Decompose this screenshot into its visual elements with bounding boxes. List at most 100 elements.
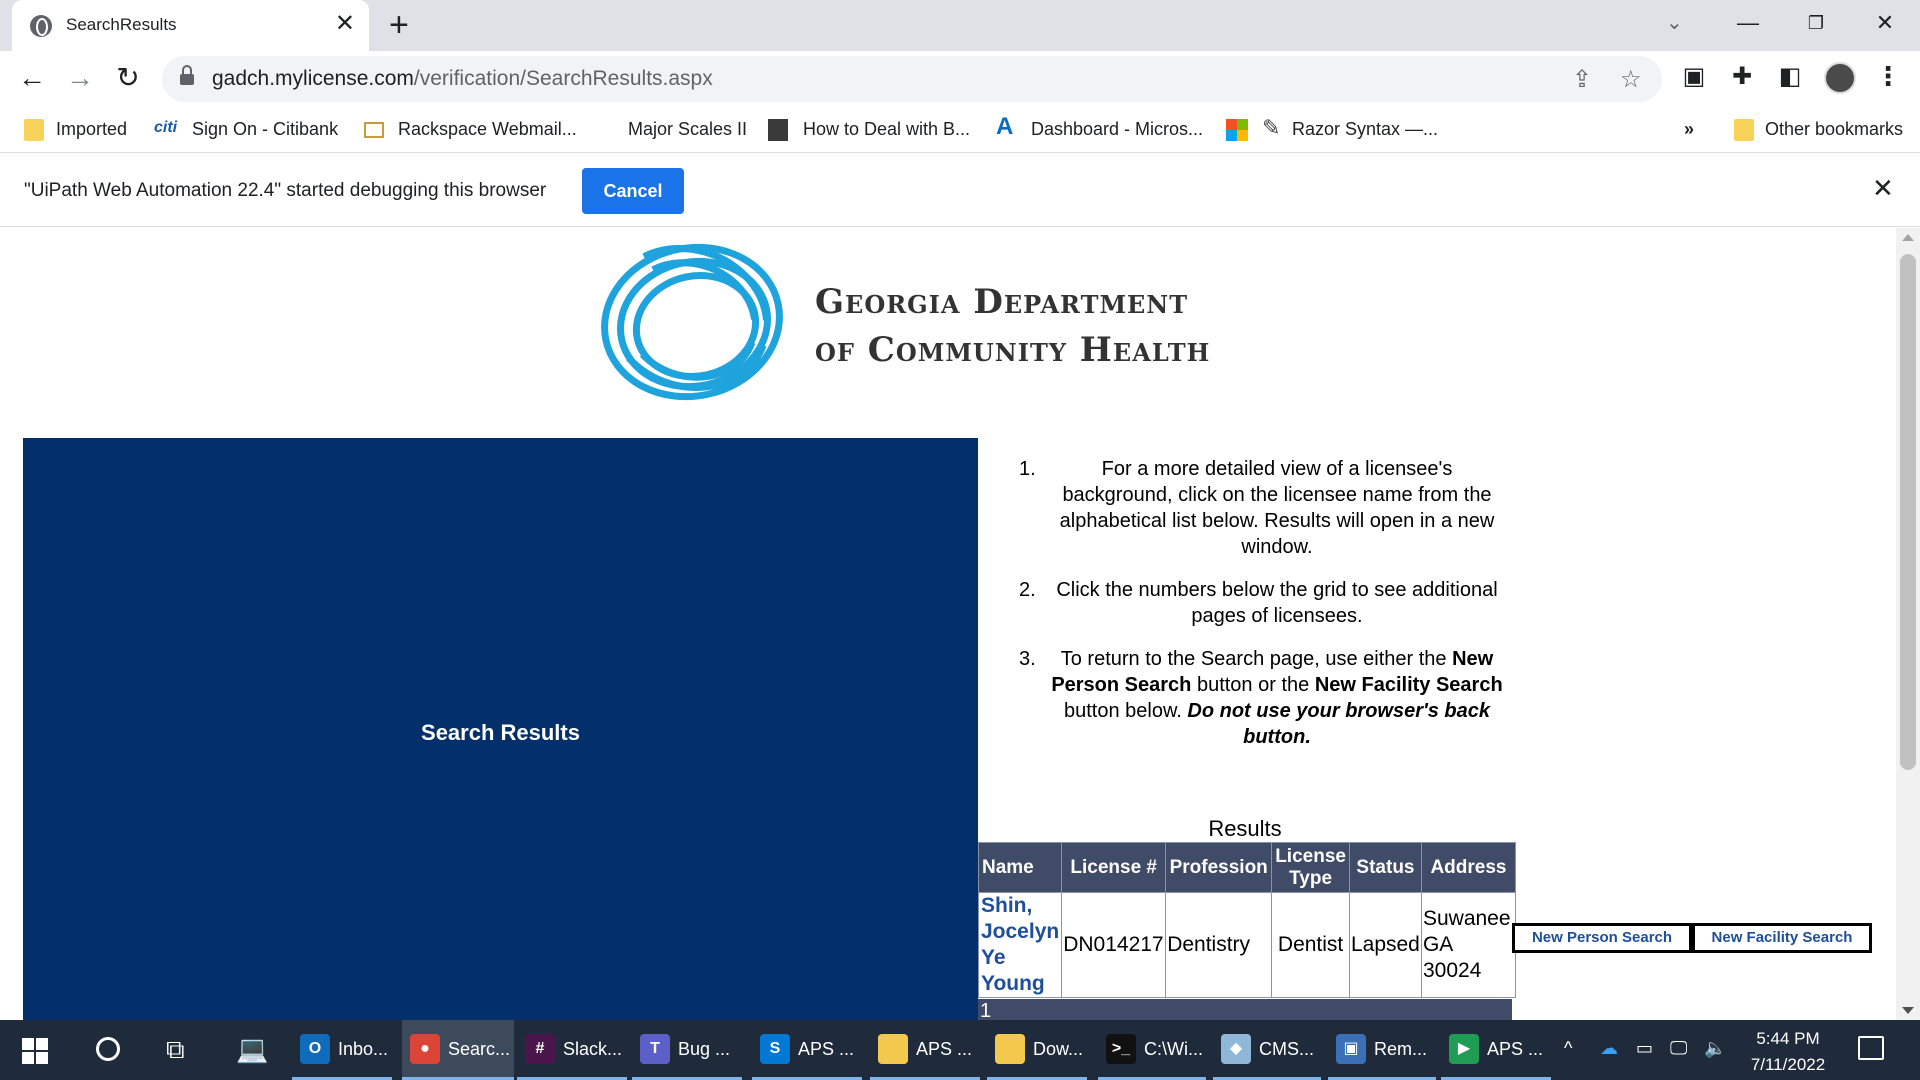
instruction-text: Click the numbers below the grid to see … — [1056, 579, 1498, 627]
puzzle-icon[interactable]: ✚ — [1726, 62, 1758, 91]
bookmark-other[interactable]: Other bookmarks — [1765, 119, 1903, 140]
taskbar-item-label: CMS... — [1259, 1039, 1315, 1059]
new-tab-button[interactable]: + — [389, 8, 409, 42]
taskbar-item-label: Rem... — [1374, 1039, 1428, 1059]
forward-icon[interactable]: → — [62, 61, 98, 95]
search-results-panel: Search Results — [23, 438, 978, 1020]
taskbar-item-label: Dow... — [1033, 1039, 1084, 1059]
results-caption: Results — [1208, 816, 1282, 841]
address-line: 30024 — [1422, 959, 1482, 982]
debug-infobar: "UiPath Web Automation 22.4" started deb… — [0, 153, 1920, 227]
close-icon[interactable]: ✕ — [1872, 173, 1894, 204]
extension-icon[interactable]: ▣ — [1678, 62, 1710, 91]
taskbar-item[interactable]: ▣ Rem... — [1328, 1020, 1436, 1080]
folder-icon — [1734, 119, 1754, 141]
close-icon[interactable]: ✕ — [335, 11, 355, 37]
cancel-button[interactable]: Cancel — [582, 168, 684, 214]
laptop-icon[interactable]: 💻 — [236, 1034, 268, 1065]
dch-logo-icon — [601, 243, 783, 401]
window-close-button[interactable]: ✕ — [1862, 6, 1908, 40]
onedrive-icon[interactable]: ☁ — [1600, 1038, 1618, 1059]
panel-title: Search Results — [421, 720, 580, 745]
taskbar-item[interactable]: # Slack... — [517, 1020, 627, 1080]
mail-icon — [364, 122, 384, 138]
reload-icon[interactable]: ↻ — [110, 61, 146, 95]
instructions-list: 1. For a more detailed view of a license… — [1010, 456, 1510, 767]
folder-icon — [995, 1034, 1025, 1064]
instruction-item: 3. To return to the Search page, use eit… — [1010, 646, 1510, 750]
taskbar-item[interactable]: >_ C:\Wi... — [1098, 1020, 1206, 1080]
license-number: DN014217 — [1061, 892, 1167, 998]
taskbar-item[interactable]: ● Searc... — [402, 1020, 514, 1080]
volume-icon[interactable]: 🔈 — [1704, 1038, 1726, 1059]
bookmarks-bar: Imported citi Sign On - Citibank Rackspa… — [0, 107, 1920, 153]
bookmark-dashboard[interactable]: Dashboard - Micros... — [1031, 119, 1203, 140]
licensee-name-link[interactable]: Shin, Jocelyn Ye Young — [977, 892, 1063, 998]
minimize-button[interactable]: — — [1725, 6, 1771, 40]
taskbar-item[interactable]: APS ... — [870, 1020, 980, 1080]
page-viewport: Georgia Department of Community Health S… — [0, 228, 1920, 1020]
page-scrollbar[interactable] — [1896, 228, 1920, 1020]
folder-icon — [878, 1034, 908, 1064]
status: Lapsed — [1348, 892, 1422, 998]
instruction-number: 2. — [1019, 579, 1036, 601]
bookmark-imported[interactable]: Imported — [56, 119, 127, 140]
instruction-item: 1. For a more detailed view of a license… — [1010, 456, 1510, 560]
avatar[interactable] — [1824, 62, 1856, 94]
dch-logo-text: Georgia Department of Community Health — [815, 278, 1210, 374]
taskbar-item-label: APS ... — [798, 1039, 855, 1059]
url-text[interactable]: gadch.mylicense.com/verification/SearchR… — [212, 67, 713, 91]
logo-line-1: Georgia Department — [815, 282, 1189, 322]
taskbar-item-label: Searc... — [448, 1039, 511, 1059]
scroll-up-icon[interactable] — [1902, 234, 1914, 241]
pen-icon: ✎ — [1262, 115, 1281, 140]
back-icon[interactable]: ← — [14, 61, 50, 95]
new-person-search-button[interactable]: New Person Search — [1512, 923, 1692, 953]
bookmark-major-scales[interactable]: Major Scales II — [628, 119, 747, 140]
bookmark-how-to-deal[interactable]: How to Deal with B... — [803, 119, 970, 140]
instruction-text: button below. — [1063, 700, 1188, 722]
chevron-up-icon[interactable]: ^ — [1564, 1038, 1572, 1059]
book-icon — [768, 119, 788, 141]
task-view-icon[interactable]: ⧉ — [166, 1034, 185, 1066]
star-icon[interactable]: ☆ — [1620, 65, 1642, 94]
windows-start-icon[interactable] — [22, 1038, 48, 1064]
lock-icon[interactable] — [180, 65, 194, 87]
results-table: Name License # Profession License Type S… — [977, 842, 1516, 998]
share-icon[interactable]: ⇪ — [1572, 65, 1592, 94]
system-clock[interactable]: 5:44 PM 7/11/2022 — [1728, 1026, 1848, 1078]
taskbar-item[interactable]: ▶ APS ... — [1441, 1020, 1551, 1080]
battery-icon[interactable]: ▭ — [1636, 1038, 1653, 1059]
search-icon[interactable] — [96, 1037, 120, 1061]
bookmark-rackspace[interactable]: Rackspace Webmail... — [398, 119, 577, 140]
address-line: Suwanee — [1422, 907, 1511, 930]
bookmarks-overflow-button[interactable]: » — [1684, 119, 1694, 140]
cmd-icon: >_ — [1106, 1034, 1136, 1064]
bookmark-razor-syntax[interactable]: Razor Syntax —... — [1292, 119, 1438, 140]
bookmark-citibank[interactable]: Sign On - Citibank — [192, 119, 338, 140]
taskbar-item[interactable]: S APS ... — [752, 1020, 862, 1080]
menu-icon[interactable]: ⋮ — [1875, 61, 1901, 92]
address-bar[interactable]: gadch.mylicense.com/verification/SearchR… — [162, 56, 1662, 102]
taskbar-item[interactable]: ◆ CMS... — [1213, 1020, 1321, 1080]
chevron-down-icon[interactable]: ⌄ — [1666, 10, 1683, 35]
browser-tab[interactable]: SearchResults ✕ — [12, 0, 369, 51]
taskbar-item[interactable]: O Inbo... — [292, 1020, 392, 1080]
scroll-down-icon[interactable] — [1902, 1007, 1914, 1014]
instruction-item: 2. Click the numbers below the grid to s… — [1010, 577, 1510, 629]
taskbar-item-label: APS ... — [1487, 1039, 1544, 1059]
page-link[interactable]: 1 — [980, 1000, 991, 1020]
restore-button[interactable]: ❐ — [1793, 6, 1839, 40]
notification-icon[interactable] — [1858, 1036, 1884, 1060]
browser-toolbar: ← → ↻ gadch.mylicense.com/verification/S… — [0, 51, 1920, 107]
side-panel-icon[interactable]: ◧ — [1774, 62, 1806, 91]
new-facility-search-button[interactable]: New Facility Search — [1692, 923, 1872, 953]
taskbar-item[interactable]: T Bug ... — [632, 1020, 742, 1080]
scroll-thumb[interactable] — [1900, 254, 1916, 770]
sharepoint-icon: S — [760, 1034, 790, 1064]
taskbar-item[interactable]: Dow... — [987, 1020, 1087, 1080]
windows-taskbar: ⧉ 💻 O Inbo... ● Searc... # Slack... T Bug ... S A… — [0, 1020, 1920, 1080]
column-header: License Type — [1271, 842, 1350, 893]
remote-desktop-icon: ▣ — [1336, 1034, 1366, 1064]
network-icon[interactable]: 🖵 — [1670, 1038, 1687, 1059]
